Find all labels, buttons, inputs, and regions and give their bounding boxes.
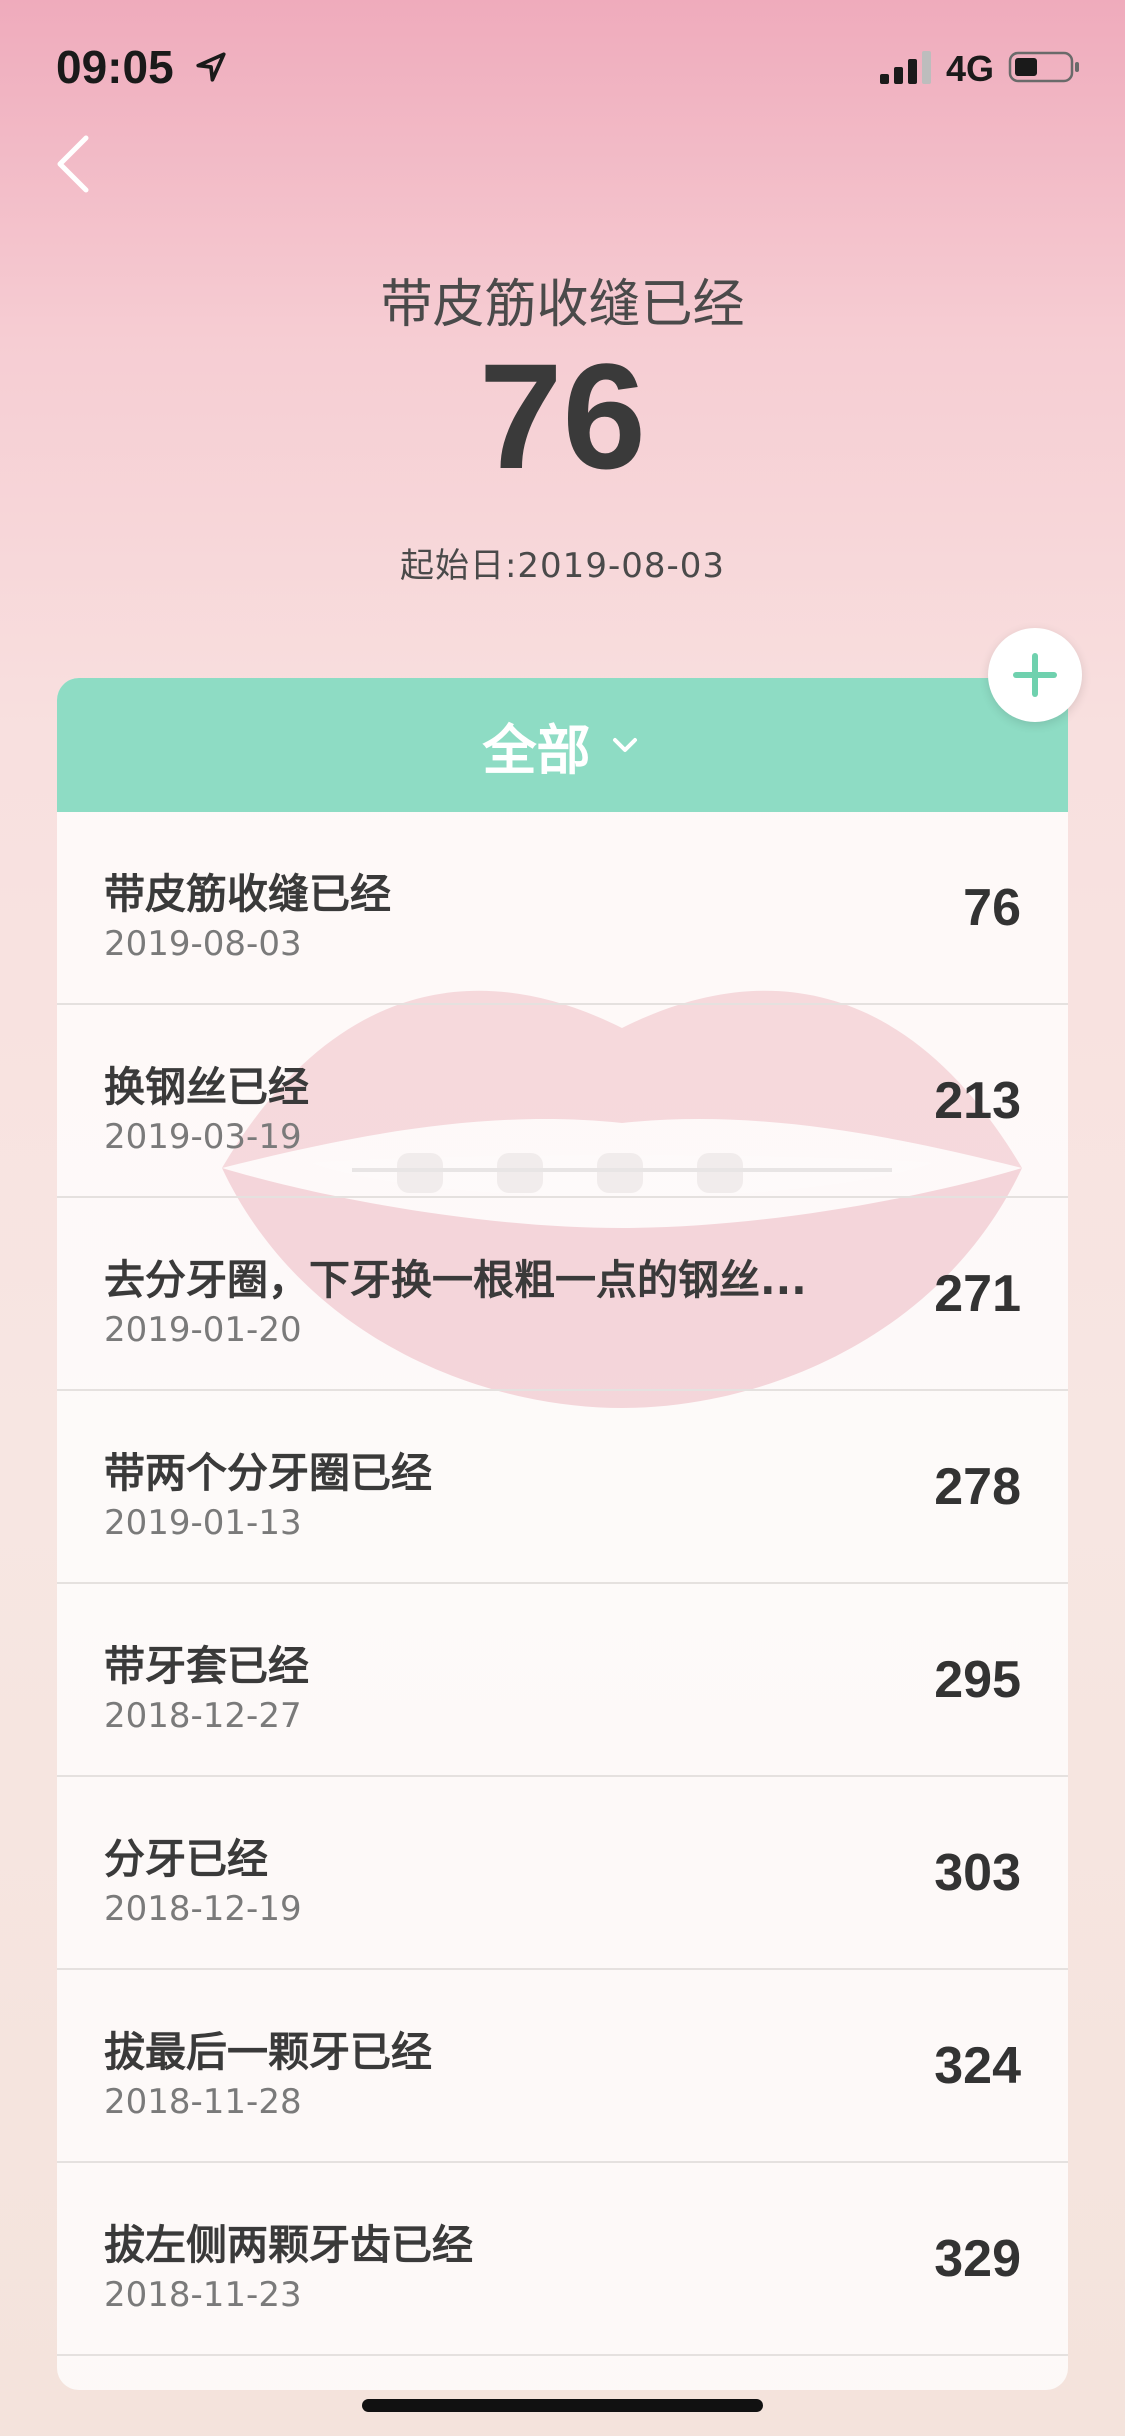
item-count: 213 — [934, 1072, 1021, 1130]
chevron-left-icon — [57, 135, 89, 193]
home-indicator — [362, 2399, 763, 2412]
item-date: 2019-03-19 — [104, 1117, 302, 1157]
day-count: 76 — [479, 332, 646, 500]
list-item[interactable]: 去分牙圈，下牙换一根粗一点的钢丝... 2019-01-20 271 — [57, 1198, 1068, 1391]
item-title: 拔最后一颗牙已经 — [104, 2028, 432, 2076]
item-count: 76 — [963, 879, 1021, 937]
list-item[interactable]: 拔最后一颗牙已经 2018-11-28 324 — [57, 1970, 1068, 2163]
item-count: 329 — [934, 2230, 1021, 2288]
status-bar: 09:05 4G — [0, 0, 1125, 130]
item-date: 2019-01-13 — [104, 1503, 302, 1543]
network-type: 4G — [946, 48, 995, 89]
list-item[interactable]: 拔左侧两颗牙齿已经 2018-11-23 329 — [57, 2163, 1068, 2356]
list-item[interactable]: 带两个分牙圈已经 2019-01-13 278 — [57, 1391, 1068, 1584]
add-event-button[interactable] — [988, 628, 1082, 722]
item-count: 303 — [934, 1844, 1021, 1902]
signal-icon — [880, 51, 931, 84]
back-button[interactable] — [44, 128, 114, 198]
page-title: 带皮筋收缝已经 — [380, 275, 745, 335]
item-date: 2018-11-28 — [104, 2082, 302, 2122]
item-count: 278 — [934, 1458, 1021, 1516]
item-title: 换钢丝已经 — [104, 1063, 309, 1111]
filter-label: 全部 — [482, 718, 591, 782]
status-time: 09:05 — [56, 41, 174, 93]
item-count: 295 — [934, 1651, 1021, 1709]
filter-dropdown[interactable]: 全部 — [57, 678, 1068, 812]
event-list: 带皮筋收缝已经 2019-08-03 76 换钢丝已经 2019-03-19 2… — [57, 812, 1068, 2356]
list-item[interactable]: 带皮筋收缝已经 2019-08-03 76 — [57, 812, 1068, 1005]
item-date: 2019-08-03 — [104, 924, 302, 964]
item-title: 带两个分牙圈已经 — [104, 1449, 432, 1497]
chevron-down-icon — [612, 738, 637, 752]
item-title: 去分牙圈，下牙换一根粗一点的钢丝... — [104, 1256, 807, 1304]
item-title: 分牙已经 — [104, 1835, 268, 1883]
item-count: 271 — [934, 1265, 1021, 1323]
start-date: 起始日:2019-08-03 — [399, 546, 726, 586]
list-item[interactable]: 分牙已经 2018-12-19 303 — [57, 1777, 1068, 1970]
list-item[interactable]: 带牙套已经 2018-12-27 295 — [57, 1584, 1068, 1777]
item-date: 2018-12-19 — [104, 1889, 302, 1929]
item-title: 带牙套已经 — [104, 1642, 309, 1690]
item-date: 2019-01-20 — [104, 1310, 302, 1350]
item-count: 324 — [934, 2037, 1021, 2095]
item-date: 2018-12-27 — [104, 1696, 302, 1736]
item-title: 带皮筋收缝已经 — [104, 870, 391, 918]
battery-icon — [1008, 51, 1079, 83]
plus-icon — [1013, 653, 1057, 697]
event-list-card: 全部 带皮筋收缝已经 2019-08-03 76 换钢丝已经 2019-03-1… — [57, 678, 1068, 2390]
item-title: 拔左侧两颗牙齿已经 — [104, 2221, 473, 2269]
list-item[interactable]: 换钢丝已经 2019-03-19 213 — [57, 1005, 1068, 1198]
location-arrow-icon — [196, 52, 226, 82]
item-date: 2018-11-23 — [104, 2275, 302, 2315]
